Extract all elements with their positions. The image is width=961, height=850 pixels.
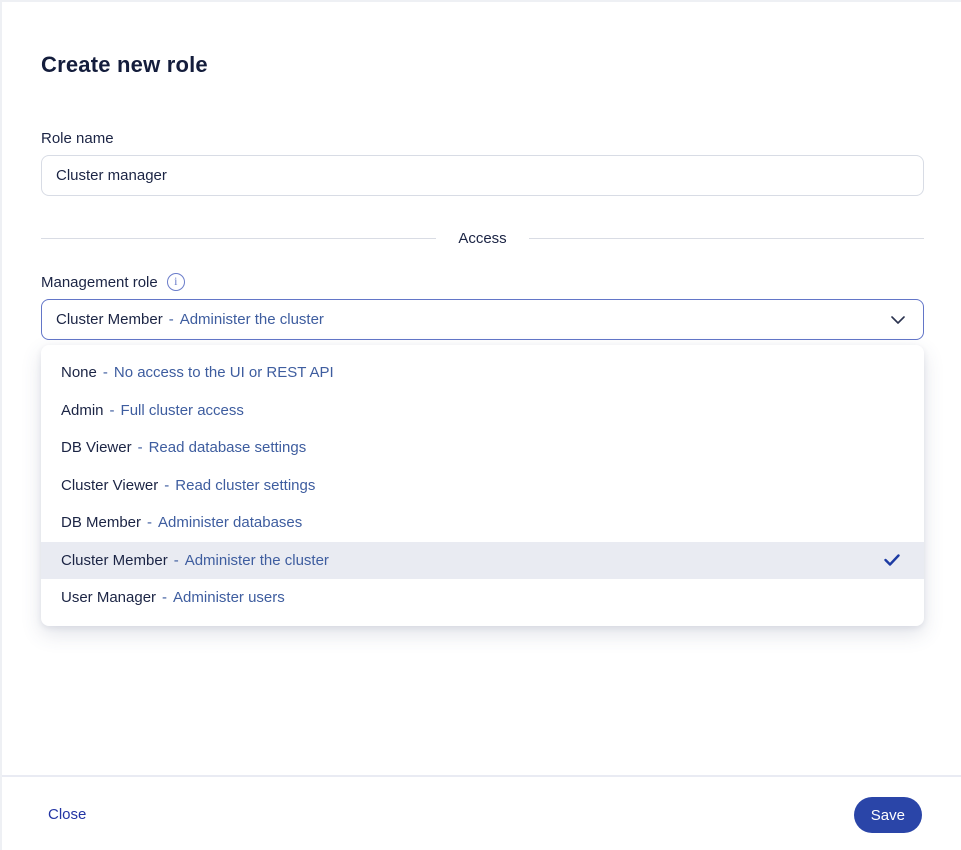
option-separator: - [164, 477, 169, 494]
management-role-select[interactable]: Cluster Member - Administer the cluster [41, 299, 924, 340]
option-name: None [61, 364, 97, 381]
option-name: Cluster Viewer [61, 477, 158, 494]
dropdown-option-db-viewer[interactable]: DB Viewer - Read database settings [41, 429, 924, 467]
option-description: Administer databases [158, 514, 302, 531]
selected-option-name: Cluster Member [56, 311, 163, 328]
dropdown-option-db-member[interactable]: DB Member - Administer databases [41, 504, 924, 542]
option-name: User Manager [61, 589, 156, 606]
option-name: DB Viewer [61, 439, 132, 456]
option-description: No access to the UI or REST API [114, 364, 334, 381]
option-separator: - [110, 402, 115, 419]
option-separator: - [162, 589, 167, 606]
management-role-label-row: Management role i [41, 273, 185, 291]
divider-line-right [529, 238, 924, 239]
close-button[interactable]: Close [48, 806, 86, 823]
dropdown-option-admin[interactable]: Admin - Full cluster access [41, 392, 924, 430]
role-name-label: Role name [41, 130, 114, 147]
chevron-down-icon [891, 316, 905, 324]
option-description: Read database settings [149, 439, 307, 456]
option-description: Administer the cluster [185, 552, 329, 569]
access-divider: Access [41, 230, 924, 247]
dropdown-option-cluster-viewer[interactable]: Cluster Viewer - Read cluster settings [41, 467, 924, 505]
role-name-input[interactable] [41, 155, 924, 196]
selected-option-separator: - [169, 311, 174, 328]
create-role-dialog: Create new role Role name Access Managem… [0, 0, 961, 850]
dropdown-option-user-manager[interactable]: User Manager - Administer users [41, 579, 924, 617]
option-separator: - [147, 514, 152, 531]
option-separator: - [138, 439, 143, 456]
page-title: Create new role [41, 52, 208, 78]
option-name: Cluster Member [61, 552, 168, 569]
divider-line-left [41, 238, 436, 239]
info-icon[interactable]: i [167, 273, 185, 291]
selected-option-description: Administer the cluster [180, 311, 324, 328]
option-name: Admin [61, 402, 104, 419]
management-role-dropdown: None - No access to the UI or REST API A… [41, 345, 924, 626]
option-separator: - [103, 364, 108, 381]
footer-divider [2, 775, 961, 777]
option-description: Read cluster settings [175, 477, 315, 494]
access-divider-label: Access [458, 230, 506, 247]
dropdown-option-none[interactable]: None - No access to the UI or REST API [41, 354, 924, 392]
check-icon [884, 554, 900, 566]
dropdown-option-cluster-member[interactable]: Cluster Member - Administer the cluster [41, 542, 924, 580]
option-description: Administer users [173, 589, 285, 606]
option-name: DB Member [61, 514, 141, 531]
save-button[interactable]: Save [854, 797, 922, 833]
management-role-label: Management role [41, 274, 158, 291]
option-description: Full cluster access [121, 402, 244, 419]
option-separator: - [174, 552, 179, 569]
